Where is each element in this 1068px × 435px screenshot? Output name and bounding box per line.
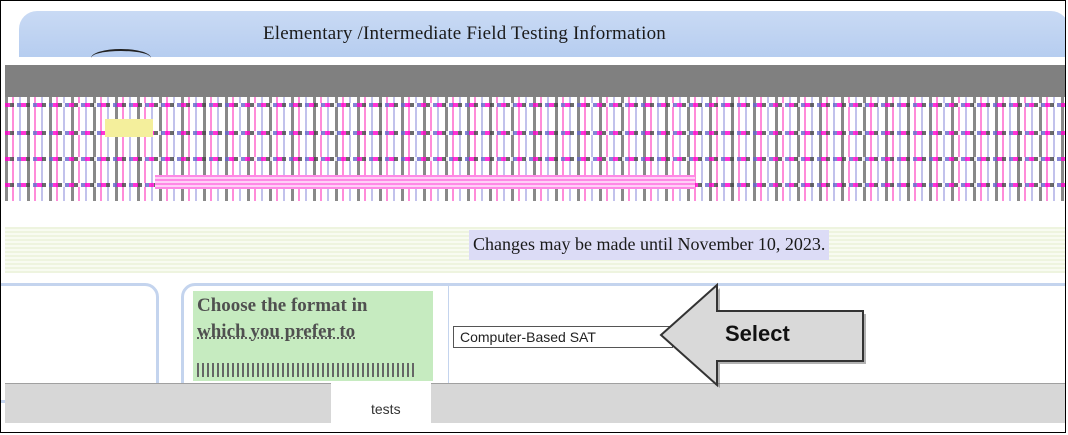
- format-question-label: Choose the format in which you prefer to: [197, 293, 437, 345]
- test-format-select[interactable]: Computer-Based SAT: [453, 326, 673, 348]
- garbled-line: [5, 103, 1065, 107]
- spacer: [5, 201, 1065, 227]
- changes-deadline-notice: Changes may be made until November 10, 2…: [469, 230, 830, 260]
- garbled-highlight: [155, 175, 695, 189]
- format-question-line1: Choose the format in: [197, 295, 368, 316]
- tests-fragment-text: tests: [371, 401, 401, 417]
- column-divider: [448, 286, 449, 386]
- select-callout-label: Select: [725, 321, 790, 346]
- garbled-highlight: [105, 119, 153, 137]
- garbled-label-text: [197, 363, 417, 377]
- format-question-line2: which you prefer to: [197, 321, 356, 342]
- garbled-line: [5, 131, 1065, 135]
- page-frame: Elementary /Intermediate Field Testing I…: [0, 0, 1066, 433]
- header-band: [5, 65, 1065, 97]
- garbled-line: [5, 157, 1065, 161]
- page-title: Elementary /Intermediate Field Testing I…: [263, 23, 666, 44]
- garbled-text-region: [5, 97, 1065, 201]
- footer-band: [5, 383, 1065, 423]
